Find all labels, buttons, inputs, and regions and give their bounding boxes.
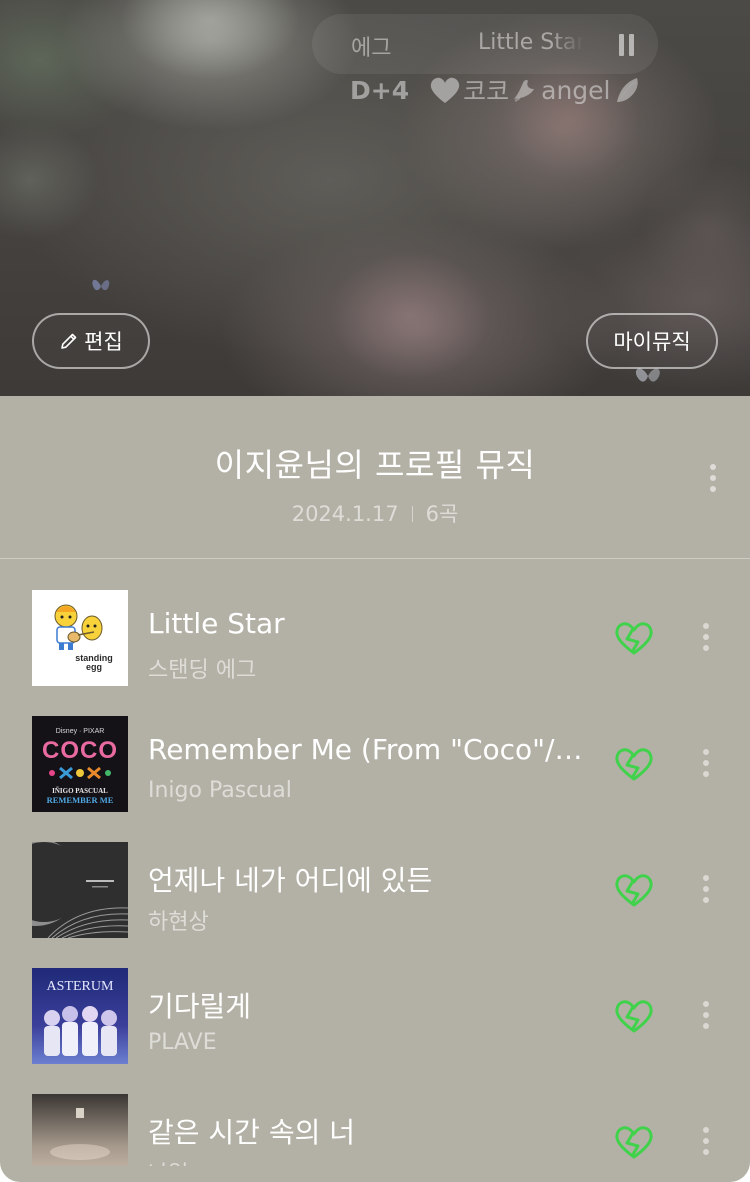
album-art <box>32 842 128 938</box>
section-divider <box>0 558 750 559</box>
album-art: standing egg <box>32 590 128 686</box>
album-logo-text: egg <box>86 662 102 672</box>
album-title-text: COCO <box>42 737 118 764</box>
background-flower <box>640 160 750 300</box>
profile-music-screen: 에그 Little Star D+4 코코 angel 편집 마이뮤직 이지윤님… <box>0 0 750 1182</box>
background-flower <box>120 0 300 80</box>
track-title: Little Star <box>148 607 285 640</box>
heart-like-icon[interactable] <box>613 998 655 1034</box>
meta-divider <box>411 506 413 522</box>
status-tag: angel <box>541 75 611 105</box>
track-title: 언제나 네가 어디에 있든 <box>148 864 433 897</box>
playlist-meta: 2024.1.17 6곡 <box>0 498 750 528</box>
background-flower <box>0 120 100 240</box>
track-row[interactable]: Disney · PIXAR COCO IÑIGO PASCUAL REMEMB… <box>0 716 750 812</box>
mini-player-title: Little Star <box>478 30 584 55</box>
track-artist: Inigo Pascual <box>148 778 292 803</box>
profile-background-image: 에그 Little Star D+4 코코 angel 편집 마이뮤직 <box>0 0 750 396</box>
track-more-icon[interactable] <box>699 873 713 907</box>
track-row[interactable]: ASTERUM 기다릴게 PLAVE <box>0 968 750 1064</box>
my-music-button[interactable]: 마이뮤직 <box>586 313 718 369</box>
playlist-date: 2024.1.17 <box>291 502 399 526</box>
track-row[interactable]: 언제나 네가 어디에 있든 하현상 <box>0 842 750 938</box>
heart-like-icon[interactable] <box>613 1124 655 1160</box>
edit-button-label: 편집 <box>84 330 123 354</box>
butterfly-icon <box>92 279 110 291</box>
heart-like-icon[interactable] <box>613 620 655 656</box>
heart-like-icon[interactable] <box>613 872 655 908</box>
playlist-more-icon[interactable] <box>706 462 720 496</box>
album-artist-text: IÑIGO PASCUAL <box>52 787 108 795</box>
playlist-title: 이지윤님의 프로필 뮤직 <box>214 446 536 484</box>
edit-button[interactable]: 편집 <box>32 313 150 369</box>
track-list: standing egg Little Star 스탠딩 에그 Disney ·… <box>0 590 750 1166</box>
track-artist: PLAVE <box>148 1030 217 1055</box>
album-art: ASTERUM <box>32 968 128 1064</box>
track-title: 기다릴게 <box>148 990 252 1023</box>
track-more-icon[interactable] <box>699 1125 713 1159</box>
dday-counter: D+4 <box>350 75 410 105</box>
album-art <box>32 1094 128 1166</box>
track-title: Remember Me (From "Coco"/… <box>148 733 583 766</box>
background-flower <box>330 250 490 380</box>
pencil-icon <box>61 333 77 349</box>
my-music-button-label: 마이뮤직 <box>613 330 691 354</box>
track-more-icon[interactable] <box>699 999 713 1033</box>
album-title-text: ASTERUM <box>47 979 114 994</box>
album-art: Disney · PIXAR COCO IÑIGO PASCUAL REMEMB… <box>32 716 128 812</box>
album-brand-text: Disney · PIXAR <box>56 728 105 735</box>
track-artist: 하현상 <box>148 910 209 935</box>
track-row[interactable]: 같은 시간 속의 너 나얼 <box>0 1094 750 1166</box>
angel-wing-icon <box>616 78 638 102</box>
track-artist: 나얼 <box>148 1156 188 1166</box>
mini-player-artist: 에그 <box>351 36 392 61</box>
pause-icon[interactable] <box>618 34 636 56</box>
dove-icon <box>514 79 535 102</box>
album-song-text: REMEMBER ME <box>47 795 114 805</box>
playlist-count: 6곡 <box>425 502 459 526</box>
track-more-icon[interactable] <box>699 747 713 781</box>
track-row[interactable]: standing egg Little Star 스탠딩 에그 <box>0 590 750 686</box>
track-title: 같은 시간 속의 너 <box>148 1116 356 1149</box>
heart-like-icon[interactable] <box>613 746 655 782</box>
white-heart-icon <box>430 77 460 103</box>
track-more-icon[interactable] <box>699 621 713 655</box>
status-name: 코코 <box>463 77 510 106</box>
profile-status-message: D+4 코코 angel <box>350 72 641 108</box>
track-artist: 스탠딩 에그 <box>148 658 257 683</box>
